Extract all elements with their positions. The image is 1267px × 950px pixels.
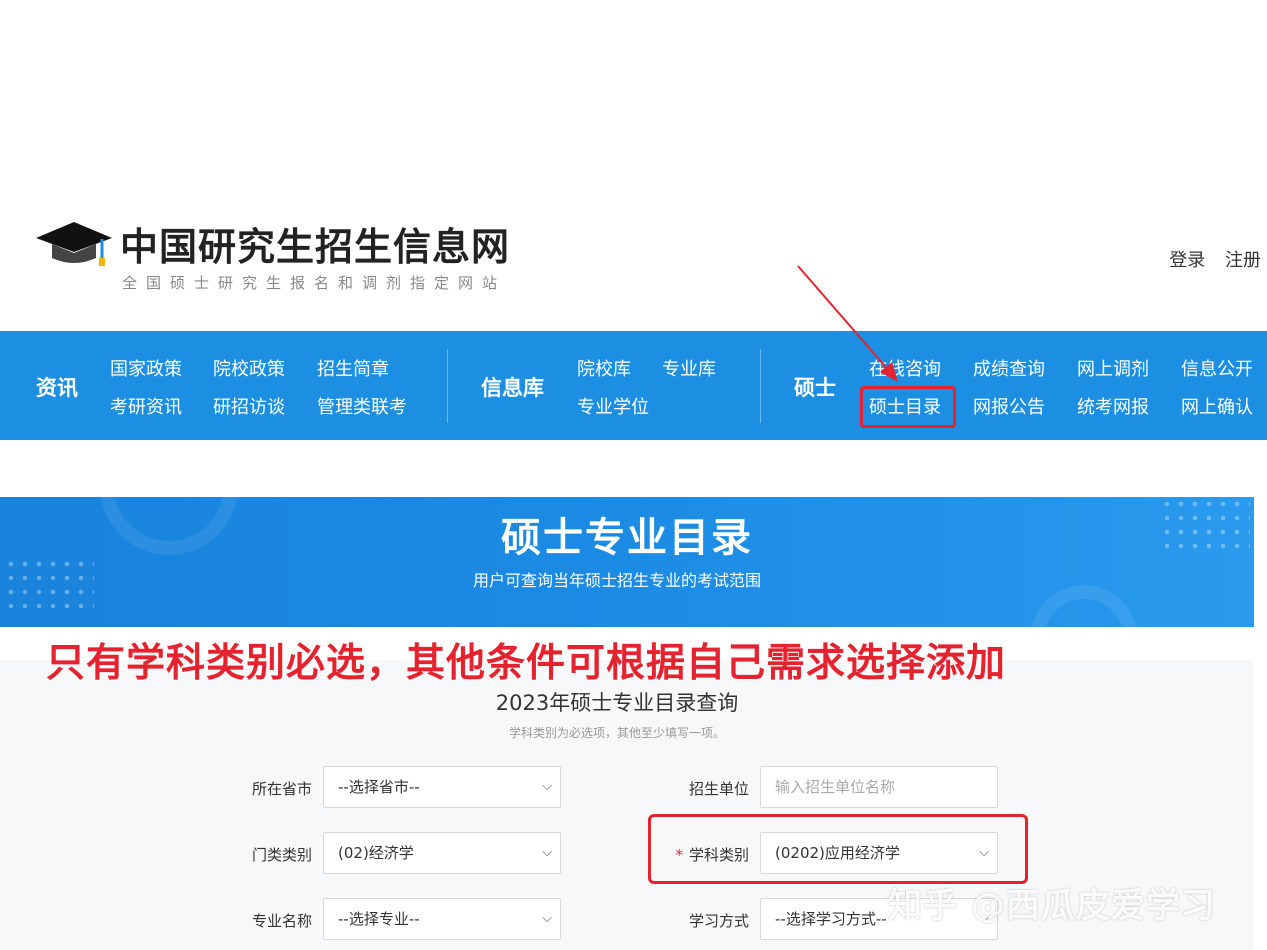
nav-link-exam-registration[interactable]: 统考网报 — [1077, 393, 1149, 419]
annotation-arrow-icon — [797, 265, 898, 382]
nav-group-news[interactable]: 资讯 — [36, 372, 78, 402]
study-mode-value: --选择学习方式-- — [775, 910, 887, 928]
site-title: 中国研究生招生信息网 — [120, 224, 511, 269]
main-nav: 资讯 国家政策 院校政策 招生简章 考研资讯 研招访谈 管理类联考 信息库 院校… — [0, 331, 1267, 440]
major-select[interactable]: --选择专业-- ⌵ — [323, 898, 561, 940]
highlight-box-discipline — [648, 814, 1028, 884]
nav-link-exam-news[interactable]: 考研资讯 — [110, 393, 182, 419]
catalog-banner: 硕士专业目录 用户可查询当年硕士招生专业的考试范围 — [0, 497, 1254, 627]
study-mode-label: 学习方式 — [688, 912, 749, 930]
chevron-down-icon: ⌵ — [542, 779, 552, 794]
nav-link-info-disclosure[interactable]: 信息公开 — [1181, 355, 1253, 381]
nav-divider — [760, 349, 761, 423]
banner-title: 硕士专业目录 — [501, 515, 753, 561]
watermark: 知乎 @西瓜皮爱学习 — [888, 886, 1216, 926]
nav-link-school-db[interactable]: 院校库 — [577, 355, 631, 381]
nav-link-professional-degree[interactable]: 专业学位 — [577, 393, 649, 419]
highlight-box-master-catalog — [860, 386, 956, 428]
nav-link-mgmt-joint-exam[interactable]: 管理类联考 — [317, 393, 407, 419]
graduation-cap-icon — [36, 222, 112, 266]
province-select[interactable]: --选择省市-- ⌵ — [323, 766, 561, 808]
nav-link-national-policy[interactable]: 国家政策 — [110, 355, 182, 381]
nav-link-major-db[interactable]: 专业库 — [662, 355, 716, 381]
banner-subtitle: 用户可查询当年硕士招生专业的考试范围 — [472, 571, 761, 590]
register-link[interactable]: 注册 — [1225, 250, 1261, 271]
nav-link-score-query[interactable]: 成绩查询 — [973, 355, 1045, 381]
nav-link-school-policy[interactable]: 院校政策 — [213, 355, 285, 381]
nav-link-online-adjustment[interactable]: 网上调剂 — [1077, 355, 1149, 381]
major-label: 专业名称 — [251, 912, 312, 930]
nav-link-admission-brochure[interactable]: 招生简章 — [317, 355, 389, 381]
category-select[interactable]: (02)经济学 ⌵ — [323, 832, 561, 874]
nav-link-interviews[interactable]: 研招访谈 — [213, 393, 285, 419]
province-label: 所在省市 — [251, 780, 312, 798]
chevron-down-icon: ⌵ — [542, 911, 552, 926]
province-value: --选择省市-- — [338, 778, 420, 796]
unit-placeholder: 输入招生单位名称 — [775, 778, 896, 796]
unit-label: 招生单位 — [688, 780, 749, 798]
chevron-down-icon: ⌵ — [542, 845, 552, 860]
login-link[interactable]: 登录 — [1169, 250, 1205, 271]
site-logo[interactable]: 中国研究生招生信息网 全国硕士研究生报名和调剂指定网站 — [36, 216, 556, 296]
nav-divider — [447, 349, 448, 423]
nav-link-registration-notice[interactable]: 网报公告 — [973, 393, 1045, 419]
category-label: 门类类别 — [251, 846, 312, 864]
unit-input[interactable]: 输入招生单位名称 — [760, 766, 998, 808]
nav-group-database[interactable]: 信息库 — [481, 372, 544, 402]
form-hint: 学科类别为必选项，其他至少填写一项。 — [508, 726, 725, 740]
site-subtitle: 全国硕士研究生报名和调剂指定网站 — [122, 274, 507, 292]
annotation-note: 只有学科类别必选，其他条件可根据自己需求选择添加 — [46, 641, 1007, 686]
banner-decoration — [1030, 585, 1138, 627]
major-value: --选择专业-- — [338, 910, 420, 928]
auth-links: 登录 注册 — [1155, 246, 1261, 272]
form-title: 2023年硕士专业目录查询 — [495, 691, 739, 715]
category-value: (02)经济学 — [338, 844, 414, 862]
nav-link-online-confirm[interactable]: 网上确认 — [1181, 393, 1253, 419]
